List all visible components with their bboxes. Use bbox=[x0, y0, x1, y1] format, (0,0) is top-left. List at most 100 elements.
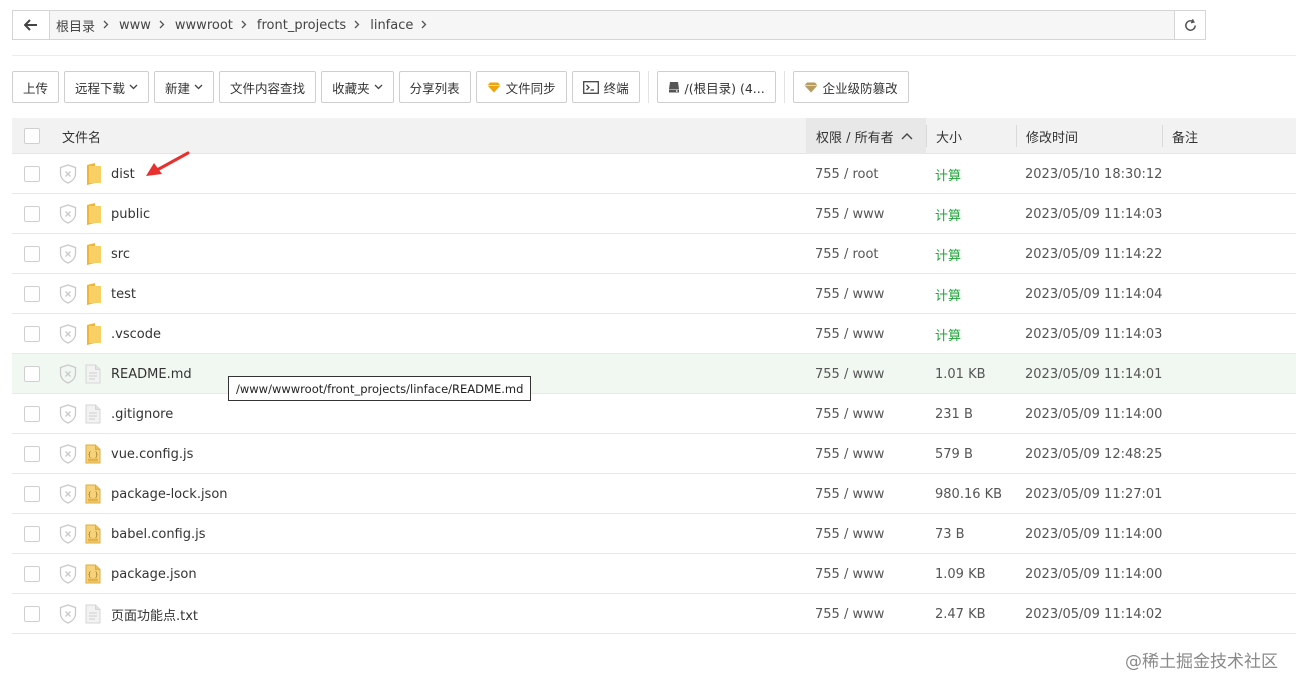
row-checkbox[interactable] bbox=[24, 526, 40, 542]
breadcrumb-item[interactable]: wwwroot bbox=[175, 18, 257, 33]
row-checkbox[interactable] bbox=[24, 326, 40, 342]
terminal-button[interactable]: 终端 bbox=[571, 71, 640, 103]
file-perm[interactable]: 755 / www bbox=[815, 474, 884, 514]
col-perm[interactable]: 权限 / 所有者 bbox=[806, 118, 926, 154]
file-size[interactable]: 计算 bbox=[935, 154, 961, 194]
file-note[interactable] bbox=[1172, 514, 1292, 554]
refresh-button[interactable] bbox=[1174, 11, 1205, 39]
file-note[interactable] bbox=[1172, 194, 1292, 234]
row-checkbox-cell[interactable] bbox=[24, 154, 40, 194]
shield-icon[interactable] bbox=[59, 394, 77, 434]
file-name[interactable]: babel.config.js bbox=[111, 514, 206, 554]
table-row[interactable]: { } vue.config.js 755 / www 579 B 2023/05/09… bbox=[12, 434, 1296, 474]
shield-icon[interactable] bbox=[59, 354, 77, 394]
shield-icon[interactable] bbox=[59, 194, 77, 234]
content-search-button[interactable]: 文件内容查找 bbox=[219, 71, 317, 103]
file-name[interactable]: vue.config.js bbox=[111, 434, 193, 474]
file-name[interactable]: package-lock.json bbox=[111, 474, 228, 514]
breadcrumb-item[interactable]: front_projects bbox=[257, 18, 370, 33]
back-button[interactable] bbox=[13, 11, 50, 39]
file-note[interactable] bbox=[1172, 474, 1292, 514]
file-note[interactable] bbox=[1172, 554, 1292, 594]
file-size[interactable]: 计算 bbox=[935, 194, 961, 234]
file-perm[interactable]: 755 / www bbox=[815, 274, 884, 314]
new-button[interactable]: 新建 bbox=[154, 71, 215, 103]
file-size[interactable]: 计算 bbox=[935, 274, 961, 314]
shield-icon[interactable] bbox=[59, 234, 77, 274]
file-note[interactable] bbox=[1172, 434, 1292, 474]
row-checkbox[interactable] bbox=[24, 446, 40, 462]
file-name[interactable]: 页面功能点.txt bbox=[111, 594, 198, 634]
table-row[interactable]: { } babel.config.js 755 / www 73 B 2023/05/0… bbox=[12, 514, 1296, 554]
select-all-checkbox[interactable] bbox=[24, 128, 40, 144]
row-checkbox-cell[interactable] bbox=[24, 314, 40, 354]
file-size[interactable]: 计算 bbox=[935, 234, 961, 274]
file-note[interactable] bbox=[1172, 594, 1292, 634]
file-name[interactable]: public bbox=[111, 194, 150, 234]
row-checkbox-cell[interactable] bbox=[24, 394, 40, 434]
row-checkbox-cell[interactable] bbox=[24, 594, 40, 634]
file-perm[interactable]: 755 / www bbox=[815, 434, 884, 474]
row-checkbox[interactable] bbox=[24, 566, 40, 582]
row-checkbox[interactable] bbox=[24, 246, 40, 262]
shield-icon[interactable] bbox=[59, 434, 77, 474]
file-perm[interactable]: 755 / www bbox=[815, 394, 884, 434]
col-mtime[interactable]: 修改时间 bbox=[1016, 118, 1162, 154]
table-row[interactable]: README.md 755 / www 1.01 KB 2023/05/09 11:1… bbox=[12, 354, 1296, 394]
shield-icon[interactable] bbox=[59, 554, 77, 594]
file-name[interactable]: test bbox=[111, 274, 136, 314]
row-checkbox[interactable] bbox=[24, 166, 40, 182]
col-size[interactable]: 大小 bbox=[926, 118, 1016, 154]
row-checkbox[interactable] bbox=[24, 286, 40, 302]
col-name[interactable]: 文件名 bbox=[62, 118, 101, 154]
file-name[interactable]: package.json bbox=[111, 554, 197, 594]
file-name[interactable]: .gitignore bbox=[111, 394, 173, 434]
shield-icon[interactable] bbox=[59, 474, 77, 514]
row-checkbox[interactable] bbox=[24, 366, 40, 382]
file-perm[interactable]: 755 / www bbox=[815, 554, 884, 594]
share-list-button[interactable]: 分享列表 bbox=[398, 71, 471, 103]
table-row[interactable]: .vscode 755 / www 计算 2023/05/09 11:14:03 bbox=[12, 314, 1296, 354]
file-note[interactable] bbox=[1172, 314, 1292, 354]
row-checkbox[interactable] bbox=[24, 406, 40, 422]
row-checkbox-cell[interactable] bbox=[24, 354, 40, 394]
upload-button[interactable]: 上传 bbox=[12, 71, 60, 103]
table-row[interactable]: 页面功能点.txt 755 / www 2.47 KB 2023/05/09 11:1… bbox=[12, 594, 1296, 634]
row-checkbox-cell[interactable] bbox=[24, 234, 40, 274]
tamper-protect-button[interactable]: 企业级防篡改 bbox=[792, 71, 909, 103]
row-checkbox-cell[interactable] bbox=[24, 274, 40, 314]
table-row[interactable]: test 755 / www 计算 2023/05/09 11:14:04 bbox=[12, 274, 1296, 314]
file-perm[interactable]: 755 / www bbox=[815, 594, 884, 634]
file-perm[interactable]: 755 / www bbox=[815, 314, 884, 354]
remote-download-button[interactable]: 远程下载 bbox=[64, 71, 150, 103]
row-checkbox-cell[interactable] bbox=[24, 474, 40, 514]
breadcrumb-item[interactable]: www bbox=[119, 18, 175, 33]
shield-icon[interactable] bbox=[59, 274, 77, 314]
breadcrumb-item[interactable]: linface bbox=[370, 18, 437, 33]
select-all-checkbox-cell[interactable] bbox=[24, 118, 40, 154]
table-row[interactable]: .gitignore 755 / www 231 B 2023/05/09 11:14… bbox=[12, 394, 1296, 434]
shield-icon[interactable] bbox=[59, 314, 77, 354]
file-name[interactable]: dist bbox=[111, 154, 135, 194]
table-row[interactable]: { } package.json 755 / www 1.09 KB 2023/05/0… bbox=[12, 554, 1296, 594]
shield-icon[interactable] bbox=[59, 514, 77, 554]
file-perm[interactable]: 755 / www bbox=[815, 354, 884, 394]
file-note[interactable] bbox=[1172, 154, 1292, 194]
file-name[interactable]: README.md bbox=[111, 354, 192, 394]
file-sync-button[interactable]: 文件同步 bbox=[475, 71, 567, 103]
favorites-button[interactable]: 收藏夹 bbox=[321, 71, 394, 103]
file-note[interactable] bbox=[1172, 394, 1292, 434]
file-name[interactable]: src bbox=[111, 234, 130, 274]
table-row[interactable]: public 755 / www 计算 2023/05/09 11:14:03 bbox=[12, 194, 1296, 234]
file-perm[interactable]: 755 / www bbox=[815, 194, 884, 234]
table-row[interactable]: { } package-lock.json 755 / www 980.16 KB 20… bbox=[12, 474, 1296, 514]
row-checkbox[interactable] bbox=[24, 486, 40, 502]
row-checkbox-cell[interactable] bbox=[24, 514, 40, 554]
file-note[interactable] bbox=[1172, 274, 1292, 314]
row-checkbox[interactable] bbox=[24, 606, 40, 622]
row-checkbox-cell[interactable] bbox=[24, 434, 40, 474]
file-perm[interactable]: 755 / root bbox=[815, 154, 879, 194]
file-size[interactable]: 计算 bbox=[935, 314, 961, 354]
shield-icon[interactable] bbox=[59, 154, 77, 194]
file-note[interactable] bbox=[1172, 354, 1292, 394]
